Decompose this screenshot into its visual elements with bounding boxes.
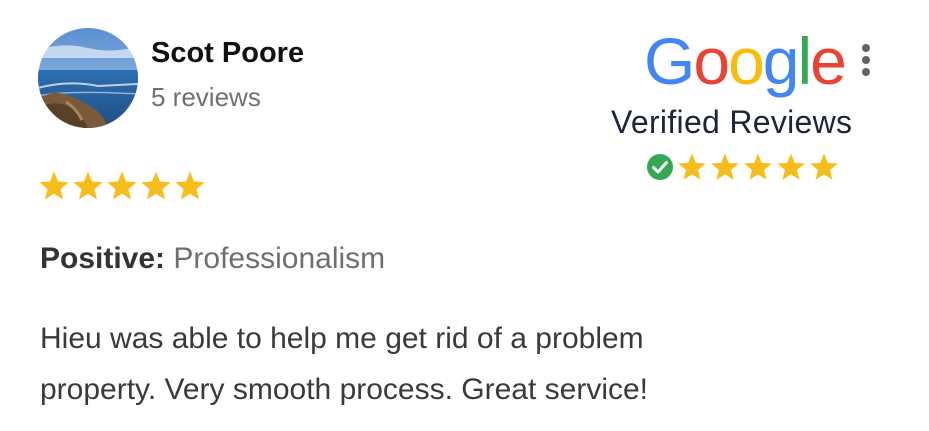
kebab-menu-icon[interactable] [860,44,872,82]
google-logo-letter: o [693,24,730,98]
review-text-line: property. Very smooth process. Great ser… [40,373,649,406]
star-icon [711,153,739,180]
kebab-dot [862,44,870,52]
positive-attribute: Positive: Professionalism [40,242,385,276]
star-icon [744,153,772,180]
star-icon [777,153,805,180]
review-count[interactable]: 5 reviews [151,82,261,113]
positive-label: Positive: [40,242,166,275]
reviewer-name[interactable]: Scot Poore [151,37,304,70]
google-logo-letter: o [728,24,765,98]
review-text-line: Hieu was able to help me get rid of a pr… [40,322,644,355]
star-icon [678,153,706,180]
green-check-circle-icon [647,154,673,180]
star-icon [141,171,171,200]
google-logo: Google [644,28,847,94]
star-icon [107,171,137,200]
star-icon [175,171,205,200]
review-text: Hieu was able to help me get rid of a pr… [40,313,900,415]
google-logo-letter: g [762,24,800,98]
kebab-dot [862,56,870,64]
positive-value: Professionalism [173,242,386,275]
verified-reviews-title: Verified Reviews [611,104,853,140]
avatar-photo [38,28,138,128]
star-icon [810,153,838,180]
star-icon [39,171,69,200]
google-logo-letter: l [797,24,813,98]
verified-badge-rating [646,151,839,183]
kebab-dot [862,68,870,76]
avatar[interactable] [38,28,138,128]
rating-stars [38,170,206,206]
star-icon [73,171,103,200]
google-logo-letter: G [644,24,695,98]
google-logo-letter: e [810,24,847,98]
